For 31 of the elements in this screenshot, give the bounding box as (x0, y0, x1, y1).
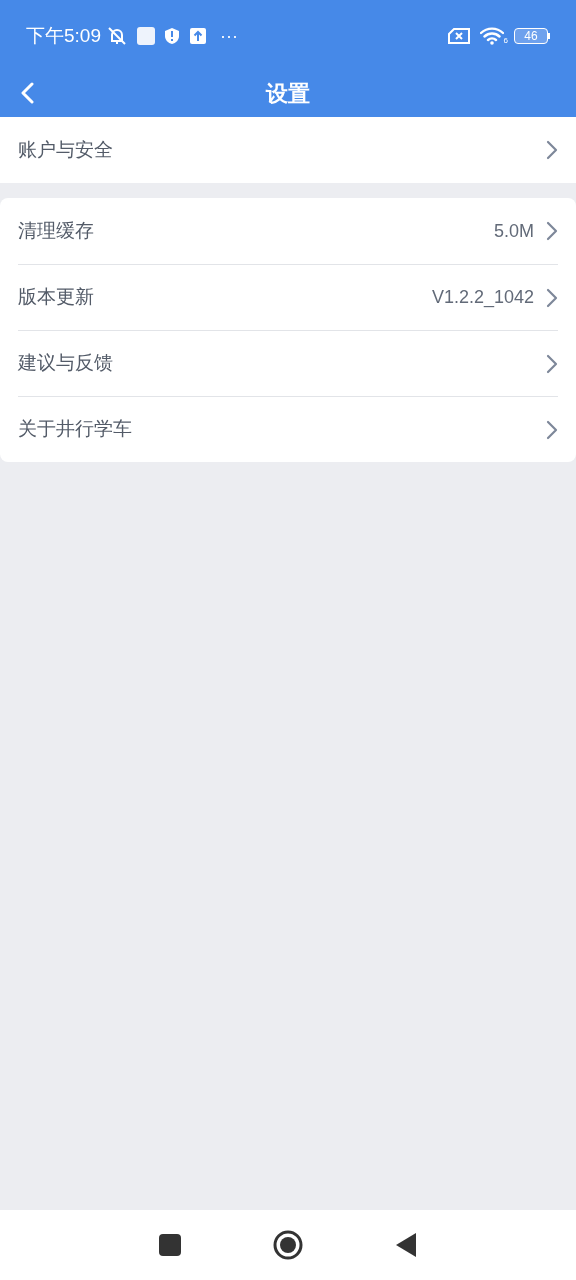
status-time: 下午5:09 (26, 23, 101, 48)
upload-icon (190, 28, 206, 44)
home-button[interactable] (273, 1230, 303, 1260)
chevron-right-icon (546, 419, 558, 440)
row-label: 关于井行学车 (18, 417, 132, 442)
wifi-generation: 6 (503, 37, 508, 45)
chevron-right-icon (546, 140, 558, 160)
row-label: 建议与反馈 (18, 351, 113, 376)
settings-row[interactable]: 关于井行学车 (18, 396, 558, 462)
more-notifications: ··· (220, 27, 238, 45)
shield-icon (164, 27, 180, 45)
chevron-right-icon (546, 287, 558, 308)
row-label: 版本更新 (18, 285, 94, 310)
no-sim-icon (447, 28, 470, 44)
wifi-icon (479, 27, 504, 45)
settings-row[interactable]: 清理缓存 5.0M (18, 198, 558, 264)
settings-row[interactable]: 账户与安全 (18, 117, 558, 183)
square-notification-icon (137, 27, 155, 45)
row-label: 清理缓存 (18, 218, 94, 243)
settings-row[interactable]: 版本更新 V1.2.2_1042 (18, 264, 558, 330)
row-value: 5.0M (493, 219, 534, 243)
page-title: 设置 (266, 80, 310, 108)
back-icon (20, 82, 34, 104)
battery-icon: 46 (514, 28, 548, 44)
row-label: 账户与安全 (18, 137, 113, 162)
recents-button[interactable] (159, 1234, 181, 1256)
row-value: V1.2.2_1042 (431, 286, 534, 310)
back-nav-button[interactable] (395, 1232, 417, 1258)
settings-row[interactable]: 建议与反馈 (18, 330, 558, 396)
chevron-right-icon (546, 221, 558, 241)
chevron-right-icon (546, 353, 558, 374)
